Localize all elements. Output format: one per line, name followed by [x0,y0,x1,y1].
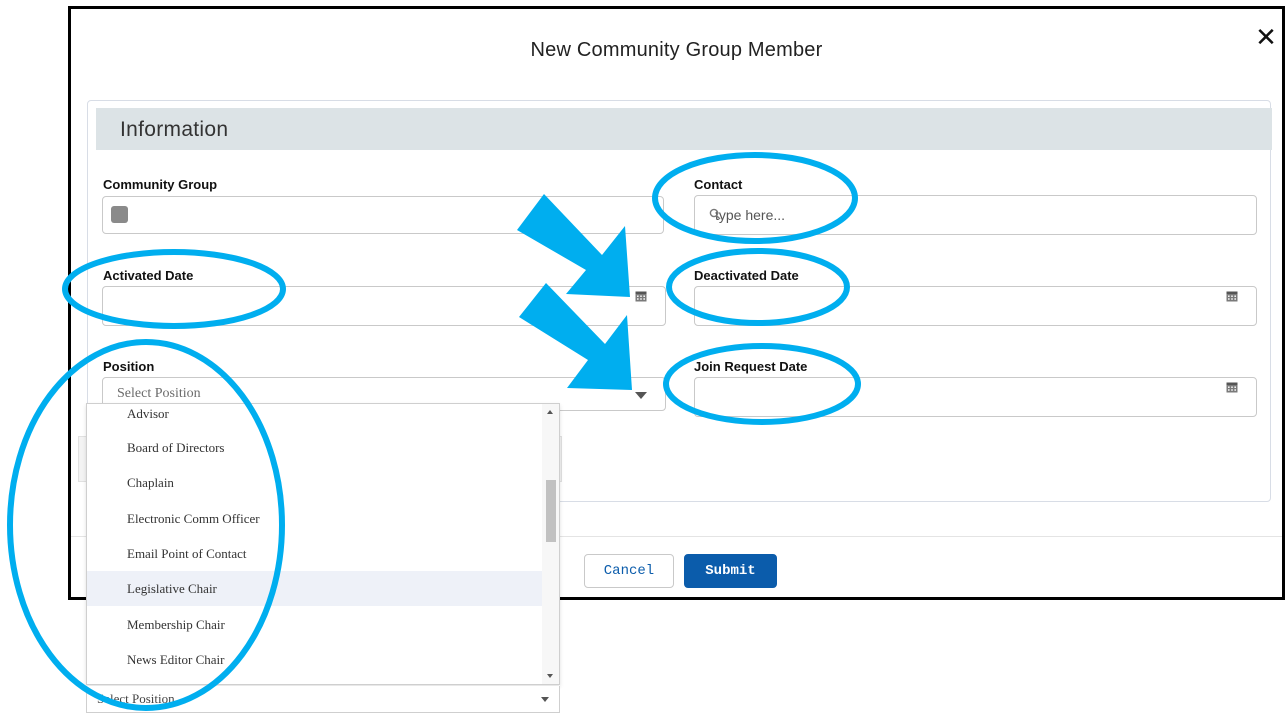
join-request-date-label: Join Request Date [694,359,808,374]
chevron-down-icon[interactable] [541,697,549,702]
position-select-placeholder: Select Position [97,691,175,706]
contact-lookup[interactable] [694,195,1257,235]
dropdown-option[interactable]: Email Point of Contact [87,536,543,571]
deactivated-date-label: Deactivated Date [694,268,799,283]
section-title: Information [120,118,229,141]
position-select-bottom[interactable]: Select Position [86,686,560,713]
position-select-placeholder: Select Position [117,386,201,401]
community-group-field[interactable] [102,196,664,234]
dropdown-scrollbar[interactable] [542,404,559,684]
chevron-down-icon[interactable] [635,392,647,399]
dropdown-option[interactable]: Advisor [87,404,543,431]
activated-date-label: Activated Date [103,268,194,283]
join-request-date-field[interactable] [694,377,1257,417]
community-group-label: Community Group [103,177,218,192]
position-label: Position [103,359,155,374]
dropdown-option[interactable]: Electronic Comm Officer [87,501,543,536]
deactivated-date-field[interactable] [694,286,1257,326]
scroll-down-icon[interactable] [547,674,553,678]
dropdown-option-hovered[interactable]: Legislative Chair [87,571,543,606]
cancel-button[interactable]: Cancel [584,554,674,588]
contact-label: Contact [694,177,743,192]
dropdown-option[interactable]: News Editor Chair [87,642,543,677]
scrollbar-thumb[interactable] [546,480,556,542]
search-icon [709,208,721,220]
dropdown-option[interactable]: Chaplain [87,465,543,500]
section-header: Information [96,108,1272,150]
modal-title: New Community Group Member [530,39,823,61]
submit-button[interactable]: Submit [684,554,777,588]
dropdown-option[interactable]: Membership Chair [87,607,543,642]
scroll-up-icon[interactable] [547,410,553,414]
dropdown-option[interactable]: Board of Directors [87,430,543,465]
calendar-icon[interactable] [1226,381,1238,393]
record-icon [111,206,128,223]
activated-date-field[interactable] [102,286,666,326]
contact-input[interactable] [695,196,1256,234]
calendar-icon[interactable] [1226,290,1238,302]
close-icon[interactable]: ✕ [1254,24,1278,50]
position-dropdown-list: Advisor Board of Directors Chaplain Elec… [86,403,560,685]
calendar-icon[interactable] [635,290,647,302]
